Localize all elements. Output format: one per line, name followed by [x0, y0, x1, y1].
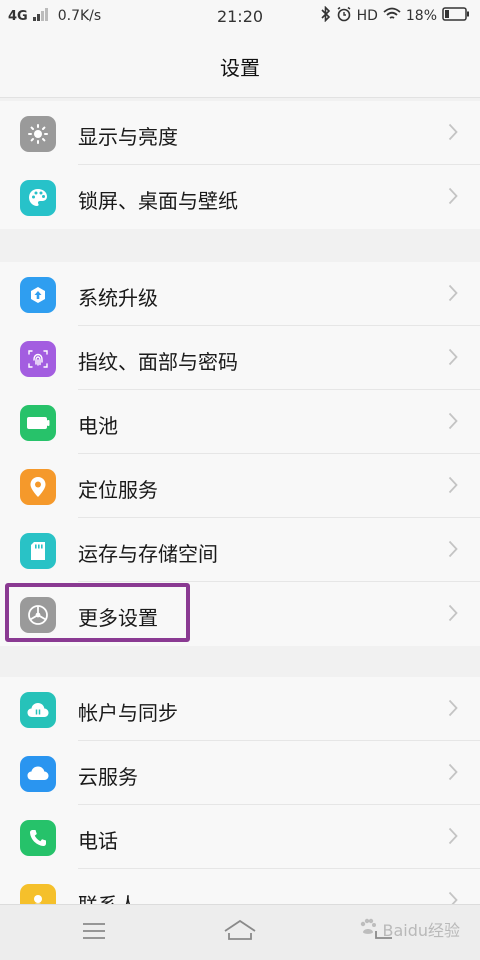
- fingerprint-icon: [20, 341, 56, 377]
- settings-item-label: 锁屏、桌面与壁纸: [78, 189, 238, 213]
- settings-item-memory-storage[interactable]: 运存与存储空间: [0, 518, 480, 582]
- settings-item-fingerprint-face-password[interactable]: 指纹、面部与密码: [0, 326, 480, 390]
- settings-item-cloud-service[interactable]: 云服务: [0, 741, 480, 805]
- settings-item-label: 电话: [78, 829, 118, 853]
- chevron-right-icon: [448, 763, 458, 785]
- settings-item-label: 指纹、面部与密码: [78, 350, 238, 374]
- settings-item-label: 显示与亮度: [78, 125, 178, 149]
- settings-item-label: 帐户与同步: [78, 701, 178, 725]
- chevron-right-icon: [448, 412, 458, 434]
- chevron-right-icon: [448, 284, 458, 306]
- settings-item-label: 云服务: [78, 765, 138, 789]
- status-bar: 4G 0.7K/s 21:20 HD 18%: [0, 0, 480, 34]
- settings-item-label: 运存与存储空间: [78, 542, 218, 566]
- bluetooth-icon: [320, 5, 331, 26]
- upgrade-icon: [20, 277, 56, 313]
- settings-item-phone[interactable]: 电话: [0, 805, 480, 869]
- settings-group-display: 显示与亮度 锁屏、桌面与壁纸: [0, 101, 480, 229]
- navigation-bar: Baidu经验: [0, 904, 480, 960]
- battery-percent: 18%: [405, 8, 437, 24]
- settings-item-label: 电池: [78, 414, 118, 438]
- chevron-right-icon: [448, 476, 458, 498]
- chevron-right-icon: [448, 699, 458, 721]
- highlight-annotation: [5, 583, 190, 642]
- chevron-right-icon: [448, 540, 458, 562]
- home-icon[interactable]: [223, 919, 257, 947]
- page-title: 设置: [220, 56, 260, 80]
- settings-item-display-brightness[interactable]: 显示与亮度: [0, 101, 480, 165]
- watermark-text: Baidu经验: [382, 921, 460, 940]
- settings-item-label: 定位服务: [78, 478, 158, 502]
- settings-item-account-sync[interactable]: 帐户与同步: [0, 677, 480, 741]
- battery-status-icon: [442, 7, 470, 25]
- settings-item-battery[interactable]: 电池: [0, 390, 480, 454]
- chevron-right-icon: [448, 348, 458, 370]
- settings-item-label: 系统升级: [78, 286, 158, 310]
- chevron-right-icon: [448, 827, 458, 849]
- battery-icon: [20, 405, 56, 441]
- brightness-icon: [20, 116, 56, 152]
- cloud-icon: [20, 756, 56, 792]
- storage-icon: [20, 533, 56, 569]
- wifi-icon: [383, 7, 401, 25]
- settings-item-lockscreen-wallpaper[interactable]: 锁屏、桌面与壁纸: [0, 165, 480, 229]
- settings-item-location-service[interactable]: 定位服务: [0, 454, 480, 518]
- phone-icon: [20, 820, 56, 856]
- chevron-right-icon: [448, 187, 458, 209]
- palette-icon: [20, 180, 56, 216]
- chevron-right-icon: [448, 123, 458, 145]
- baidu-paw-icon: [358, 917, 378, 941]
- watermark: Baidu经验: [358, 917, 460, 941]
- menu-icon[interactable]: [82, 921, 106, 945]
- chevron-right-icon: [448, 604, 458, 626]
- hd-label: HD: [356, 8, 378, 24]
- cloud-sync-icon: [20, 692, 56, 728]
- settings-group-accounts: 帐户与同步 云服务 电话 联系人: [0, 677, 480, 933]
- settings-item-system-upgrade[interactable]: 系统升级: [0, 262, 480, 326]
- alarm-icon: [336, 6, 352, 26]
- title-bar: 设置: [0, 34, 480, 98]
- location-icon: [20, 469, 56, 505]
